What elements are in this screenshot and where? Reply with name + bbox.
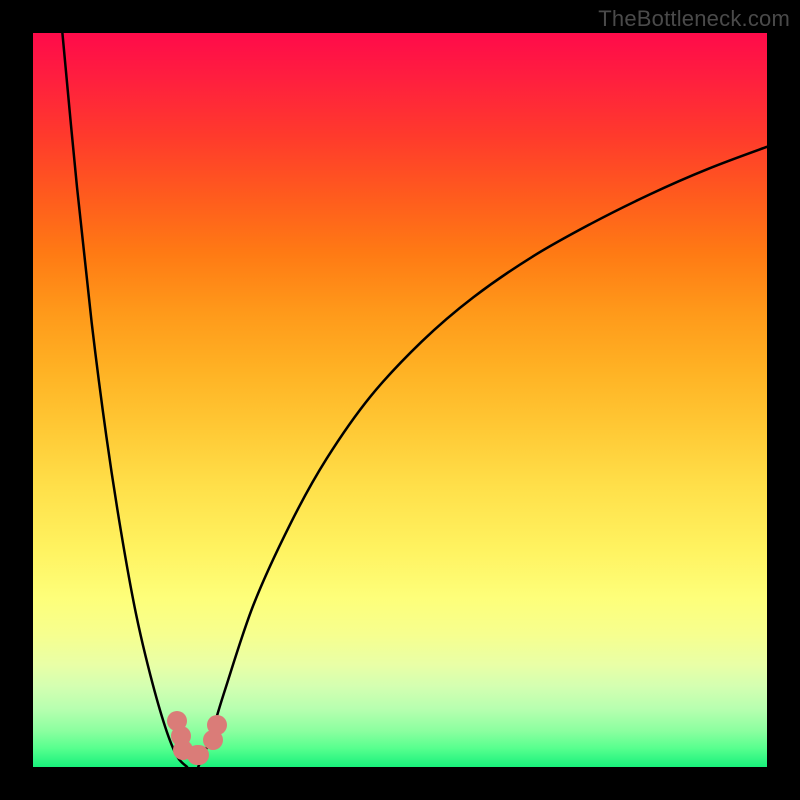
chart-frame: TheBottleneck.com: [0, 0, 800, 800]
cluster-point: [207, 715, 227, 735]
curve-left-branch: [62, 33, 187, 767]
curve-layer: [33, 33, 767, 767]
plot-area: [33, 33, 767, 767]
curve-right-branch: [198, 147, 767, 767]
watermark-text: TheBottleneck.com: [598, 6, 790, 32]
